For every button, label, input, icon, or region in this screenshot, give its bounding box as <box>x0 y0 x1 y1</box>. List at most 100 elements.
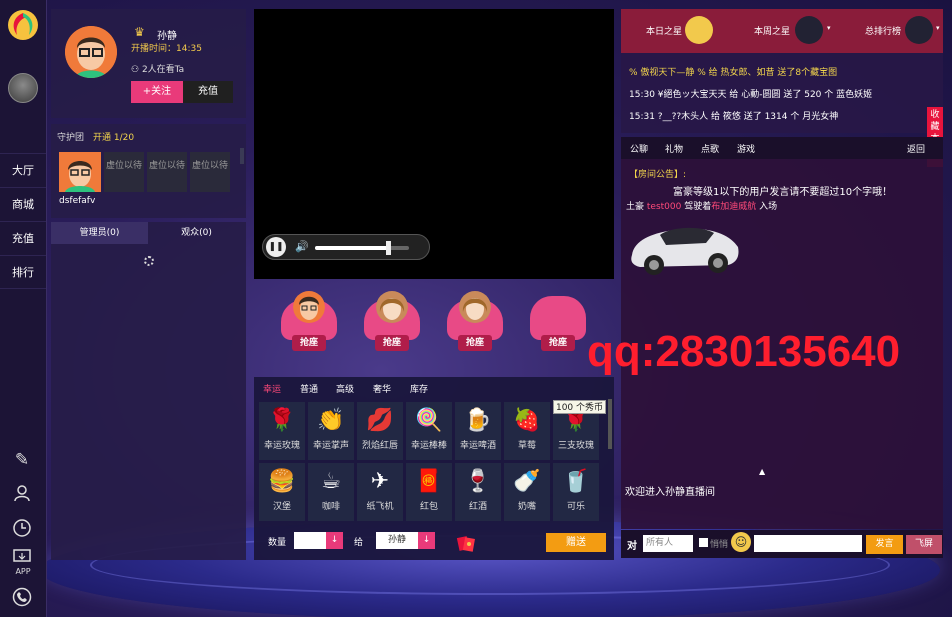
chat-to-label: 对 <box>627 541 637 552</box>
week-star-label[interactable]: 本周之星 <box>754 24 790 37</box>
user-icon[interactable] <box>11 484 33 506</box>
seat[interactable]: 抢座 <box>364 290 420 352</box>
seat[interactable]: 抢座 <box>281 290 337 352</box>
user-avatar[interactable] <box>8 73 38 103</box>
whisper-checkbox[interactable] <box>699 538 708 547</box>
enter-tail: 入场 <box>759 202 778 212</box>
grab-seat-button[interactable]: 抢座 <box>292 335 326 351</box>
fly-screen-button[interactable]: 飞屏 <box>906 535 942 554</box>
seat-avatar-icon <box>293 291 325 323</box>
burger-icon: 🍔 <box>268 469 296 494</box>
gift-item[interactable]: 🍷 红酒 <box>455 463 501 521</box>
gift-tab-luxury[interactable]: 奢华 <box>373 382 391 395</box>
volume-knob[interactable] <box>386 241 392 255</box>
gift-label: 可乐 <box>566 502 585 512</box>
video-player[interactable]: ❚❚ 🔊 <box>254 9 614 279</box>
gift-tab-normal[interactable]: 普通 <box>300 382 318 395</box>
left-nav: 大厅 商城 充值 排行 ✎ APP <box>0 0 47 617</box>
chat-recipient-select[interactable]: 所有人 <box>643 535 693 552</box>
scroll-up-icon[interactable]: ▲ <box>759 467 765 476</box>
gift-item[interactable]: 🥤 可乐 <box>553 463 599 521</box>
nav-ranking[interactable]: 排行 <box>0 255 46 289</box>
seat[interactable]: 抢座 <box>530 290 586 352</box>
nav-recharge[interactable]: 充值 <box>0 221 46 255</box>
today-star-avatar[interactable] <box>685 16 713 44</box>
gift-item[interactable]: 🧧 红包 <box>406 463 452 521</box>
host-avatar[interactable] <box>65 26 117 78</box>
grab-seat-button[interactable]: 抢座 <box>541 335 575 351</box>
seat[interactable]: 抢座 <box>447 290 503 352</box>
quantity-dropdown-icon[interactable]: ↓ <box>326 532 343 549</box>
gift-label: 草莓 <box>517 441 536 451</box>
red-envelope-icon[interactable] <box>456 533 476 553</box>
recipient-select[interactable]: 孙静 <box>376 532 418 549</box>
gift-label: 红酒 <box>468 502 487 512</box>
gift-item[interactable]: 🍔 汉堡 <box>259 463 305 521</box>
guard-slot[interactable]: 虚位以待 <box>104 152 144 192</box>
grab-seat-button[interactable]: 抢座 <box>458 335 492 351</box>
week-star-avatar[interactable] <box>795 16 823 44</box>
emoji-icon[interactable]: ☺ <box>731 532 751 552</box>
recipient-dropdown-icon[interactable]: ↓ <box>418 532 435 549</box>
gift-item[interactable]: 🍼 奶嘴 <box>504 463 550 521</box>
whisper-label: 悄悄 <box>710 540 729 550</box>
gift-item[interactable]: 🌹 幸运玫瑰 <box>259 402 305 460</box>
gift-item[interactable]: 👏 幸运掌声 <box>308 402 354 460</box>
enter-username[interactable]: test000 <box>647 202 681 212</box>
today-star-label[interactable]: 本日之星 <box>646 24 682 37</box>
guard-scrollbar[interactable] <box>240 148 244 164</box>
recharge-button[interactable]: 充值 <box>183 81 233 103</box>
watermark-text: qq:2830135640 <box>587 327 901 376</box>
logo-icon <box>8 10 38 40</box>
guard-title: 守护团 <box>57 133 85 143</box>
guard-slot[interactable]: 虚位以待 <box>190 152 230 192</box>
gift-item[interactable]: 🍺 幸运啤酒 <box>455 402 501 460</box>
gift-label: 红包 <box>419 502 438 512</box>
tab-public-chat[interactable]: 公聊 <box>630 142 648 155</box>
gift-tab-lucky[interactable]: 幸运 <box>263 382 281 395</box>
chevron-down-icon[interactable]: ▾ <box>936 24 940 32</box>
enter-car: 布加迪威航 <box>711 202 757 212</box>
chevron-down-icon[interactable]: ▾ <box>827 24 831 32</box>
quantity-label: 数量 <box>268 538 287 548</box>
volume-slider[interactable] <box>315 241 409 255</box>
tab-admins[interactable]: 管理员(0) <box>51 222 148 244</box>
nav-hall[interactable]: 大厅 <box>0 153 46 187</box>
broadcast-time: 开播时间：14:35 <box>131 44 202 54</box>
guard-panel: 守护团 开通 1/20 dsfefafv 虚位以待 虚位以待 虚位以待 <box>51 124 246 218</box>
watch-count-text: 2人在看Ta <box>141 65 185 75</box>
give-gift-button[interactable]: 赠送 <box>546 533 606 552</box>
gift-tab-inventory[interactable]: 库存 <box>410 382 428 395</box>
follow-button[interactable]: +关注 <box>131 81 183 103</box>
total-ranking-label[interactable]: 总排行榜 <box>865 24 901 37</box>
gift-tab-advanced[interactable]: 高级 <box>336 382 354 395</box>
tab-gifts[interactable]: 礼物 <box>665 142 683 155</box>
guard-slot[interactable]: 虚位以待 <box>147 152 187 192</box>
gift-label: 幸运棒棒 <box>410 441 447 451</box>
chat-message-input[interactable] <box>754 535 862 552</box>
guard-avatar[interactable] <box>59 152 101 192</box>
volume-icon[interactable]: 🔊 <box>295 240 309 253</box>
guard-open-link[interactable]: 开通 1/20 <box>93 130 134 143</box>
chair-icon <box>530 296 586 340</box>
total-star-avatar[interactable] <box>905 16 933 44</box>
send-message-button[interactable]: 发言 <box>866 535 903 554</box>
back-link[interactable]: 返回 <box>907 142 925 155</box>
gift-item[interactable]: 🍓 草莓 <box>504 402 550 460</box>
gift-item[interactable]: ✈ 纸飞机 <box>357 463 403 521</box>
gift-scrollbar[interactable] <box>608 399 612 449</box>
gift-item[interactable]: ☕ 咖啡 <box>308 463 354 521</box>
gift-item[interactable]: 🍭 幸运棒棒 <box>406 402 452 460</box>
tab-audience[interactable]: 观众(0) <box>148 222 245 244</box>
pen-icon[interactable]: ✎ <box>11 449 33 471</box>
tab-games[interactable]: 游戏 <box>737 142 755 155</box>
quantity-input[interactable] <box>294 532 326 549</box>
tab-songs[interactable]: 点歌 <box>701 142 719 155</box>
app-label[interactable]: APP <box>0 567 46 576</box>
clock-icon[interactable] <box>11 518 33 540</box>
pause-icon[interactable]: ❚❚ <box>266 237 286 257</box>
gift-item[interactable]: 💋 烈焰红唇 <box>357 402 403 460</box>
grab-seat-button[interactable]: 抢座 <box>375 335 409 351</box>
phone-icon[interactable] <box>11 587 33 609</box>
nav-mall[interactable]: 商城 <box>0 187 46 221</box>
